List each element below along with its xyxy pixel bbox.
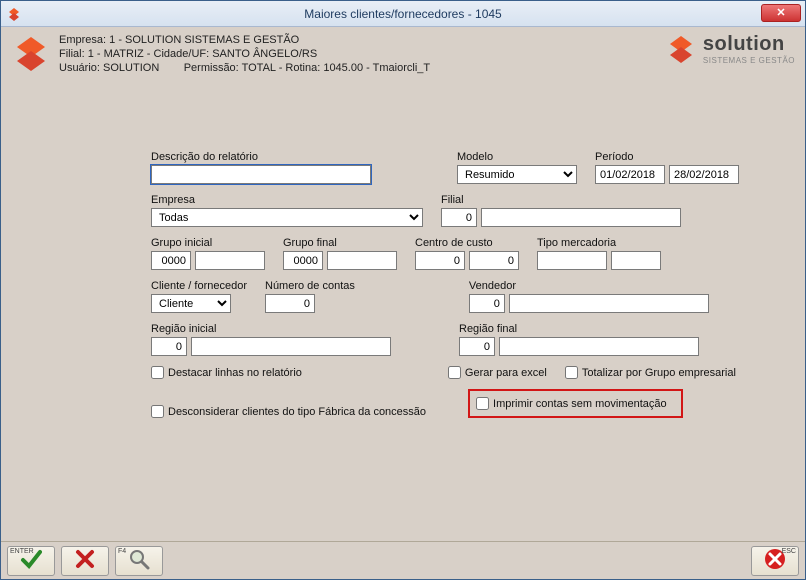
input-grupo-final-code[interactable] <box>283 251 323 270</box>
input-centro-b[interactable] <box>469 251 519 270</box>
input-descricao[interactable] <box>151 165 371 184</box>
button-search[interactable]: F4 <box>115 546 163 576</box>
search-icon <box>128 548 150 573</box>
select-cliente-fornecedor[interactable]: Cliente <box>151 294 231 313</box>
header-permissao-value: TOTAL - Rotina: 1045.00 - Tmaiorcli_T <box>242 62 431 74</box>
check-gerar-excel[interactable]: Gerar para excel <box>448 366 547 379</box>
input-vendedor-code[interactable] <box>469 294 505 313</box>
input-numero-contas[interactable] <box>265 294 315 313</box>
brand-logo-icon <box>665 33 697 65</box>
checkbox-imprimir-sem-mov[interactable] <box>476 397 489 410</box>
input-periodo-to[interactable] <box>669 165 739 184</box>
label-filial: Filial <box>441 194 681 206</box>
input-tipo-merc-b[interactable] <box>611 251 661 270</box>
label-modelo: Modelo <box>457 151 577 163</box>
input-regiao-final-code[interactable] <box>459 337 495 356</box>
input-filial-name[interactable] <box>481 208 681 227</box>
titlebar: Maiores clientes/fornecedores - 1045 ✕ <box>1 1 805 27</box>
check-destacar[interactable]: Destacar linhas no relatório <box>151 366 302 379</box>
button-esc[interactable]: ESC <box>751 546 799 576</box>
label-regiao-final: Região final <box>459 323 699 335</box>
header-usuario-value: SOLUTION <box>103 62 159 74</box>
form-area: Descrição do relatório Modelo Resumido P… <box>1 81 805 541</box>
check-desconsiderar[interactable]: Desconsiderar clientes do tipo Fábrica d… <box>151 405 426 418</box>
x-icon <box>74 548 96 573</box>
highlight-imprimir-sem-mov: Imprimir contas sem movimentação <box>468 389 683 418</box>
input-filial-code[interactable] <box>441 208 477 227</box>
checkbox-totalizar[interactable] <box>565 366 578 379</box>
checkbox-gerar-excel[interactable] <box>448 366 461 379</box>
header-left: Empresa: 1 - SOLUTION SISTEMAS E GESTÃO … <box>11 33 430 75</box>
brand-name: solution <box>703 33 795 56</box>
input-periodo-from[interactable] <box>595 165 665 184</box>
app-icon <box>11 33 51 73</box>
header-info: Empresa: 1 - SOLUTION SISTEMAS E GESTÃO … <box>59 33 430 75</box>
app-title-icon <box>7 7 21 21</box>
input-grupo-inicial-name[interactable] <box>195 251 265 270</box>
select-empresa[interactable]: Todas <box>151 208 423 227</box>
label-periodo: Período <box>595 151 739 163</box>
label-tipo-mercadoria: Tipo mercadoria <box>537 237 661 249</box>
footer: ENTER F4 ESC <box>1 541 805 579</box>
header-empresa-label: Empresa: <box>59 34 106 46</box>
header-empresa-value: 1 - SOLUTION SISTEMAS E GESTÃO <box>109 34 299 46</box>
button-enter[interactable]: ENTER <box>7 546 55 576</box>
brand-logo: solution SISTEMAS E GESTÃO <box>665 33 795 65</box>
label-vendedor: Vendedor <box>469 280 709 292</box>
input-centro-a[interactable] <box>415 251 465 270</box>
input-vendedor-name[interactable] <box>509 294 709 313</box>
input-grupo-inicial-code[interactable] <box>151 251 191 270</box>
label-descricao: Descrição do relatório <box>151 151 371 163</box>
checkbox-desconsiderar[interactable] <box>151 405 164 418</box>
label-regiao-inicial: Região inicial <box>151 323 391 335</box>
select-modelo[interactable]: Resumido <box>457 165 577 184</box>
button-delete[interactable] <box>61 546 109 576</box>
window-title: Maiores clientes/fornecedores - 1045 <box>304 7 501 21</box>
header-filial-label: Filial: <box>59 48 85 60</box>
header-filial-value: 1 - MATRIZ - Cidade/UF: SANTO ÂNGELO/RS <box>88 48 317 60</box>
check-totalizar[interactable]: Totalizar por Grupo empresarial <box>565 366 736 379</box>
label-cliente-fornecedor: Cliente / fornecedor <box>151 280 247 292</box>
input-regiao-inicial-code[interactable] <box>151 337 187 356</box>
input-grupo-final-name[interactable] <box>327 251 397 270</box>
header-usuario-label: Usuário: <box>59 62 100 74</box>
label-numero-contas: Número de contas <box>265 280 355 292</box>
input-regiao-final-name[interactable] <box>499 337 699 356</box>
label-centro-custo: Centro de custo <box>415 237 519 249</box>
app-window: Maiores clientes/fornecedores - 1045 ✕ E… <box>0 0 806 580</box>
header: Empresa: 1 - SOLUTION SISTEMAS E GESTÃO … <box>1 27 805 81</box>
label-grupo-inicial: Grupo inicial <box>151 237 265 249</box>
input-regiao-inicial-name[interactable] <box>191 337 391 356</box>
label-grupo-final: Grupo final <box>283 237 397 249</box>
brand-subtitle: SISTEMAS E GESTÃO <box>703 56 795 65</box>
checkbox-destacar[interactable] <box>151 366 164 379</box>
input-tipo-merc-a[interactable] <box>537 251 607 270</box>
header-permissao-label: Permissão: <box>184 62 239 74</box>
check-imprimir-sem-mov[interactable]: Imprimir contas sem movimentação <box>476 397 667 410</box>
label-empresa: Empresa <box>151 194 423 206</box>
close-button[interactable]: ✕ <box>761 4 801 22</box>
